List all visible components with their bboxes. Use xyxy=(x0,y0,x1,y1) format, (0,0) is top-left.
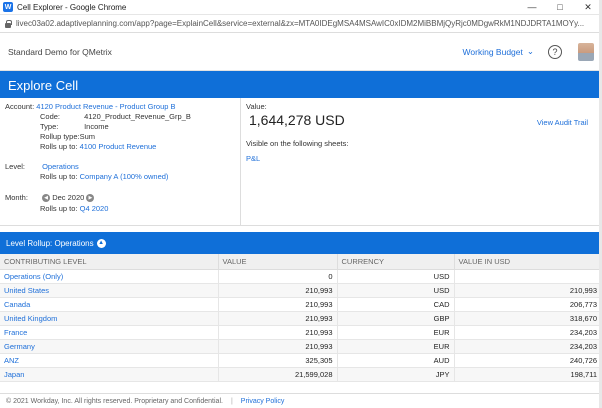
version-selector[interactable]: Working Budget ⌄ xyxy=(463,46,534,57)
table-row: Canada 210,993 CAD 206,773 xyxy=(0,297,602,312)
value-usd-cell: 210,993 xyxy=(454,283,602,298)
code-label: Code: xyxy=(40,112,61,121)
value-usd-cell: 240,726 xyxy=(454,353,602,368)
level-rollup-bar: Level Rollup: Operations ▲ xyxy=(0,232,602,254)
level-rollsup-label: Rolls up to: xyxy=(40,172,78,181)
currency-cell: AUD xyxy=(337,353,455,368)
chevron-down-icon: ⌄ xyxy=(526,46,534,56)
month-rollsup-link[interactable]: Q4 2020 xyxy=(80,204,109,213)
window-title: Cell Explorer - Google Chrome xyxy=(17,2,127,12)
value-usd-cell xyxy=(454,269,602,284)
level-cell[interactable]: France xyxy=(0,325,219,340)
level-cell[interactable]: Germany xyxy=(0,339,219,354)
value-cell: 325,305 xyxy=(218,353,338,368)
level-cell[interactable]: Operations (Only) xyxy=(0,269,219,284)
currency-cell: EUR xyxy=(337,339,455,354)
level-rollsup-link[interactable]: Company A (100% owned) xyxy=(80,172,169,181)
rollup-type-label: Rollup type: xyxy=(40,132,80,141)
month-value: Dec 2020 xyxy=(52,193,85,202)
value-usd-cell: 206,773 xyxy=(454,297,602,312)
maximize-icon[interactable]: □ xyxy=(546,0,574,15)
page-title: Explore Cell xyxy=(0,71,602,98)
table-row: ANZ 325,305 AUD 240,726 xyxy=(0,353,602,368)
value-usd-cell: 234,203 xyxy=(454,339,602,354)
rollup-type-value: Sum xyxy=(79,132,96,141)
value-cell: 210,993 xyxy=(218,311,338,326)
instance-name: Standard Demo for QMetrix xyxy=(8,46,112,57)
account-rollsup-link[interactable]: 4100 Product Revenue xyxy=(80,142,157,151)
level-link[interactable]: Operations xyxy=(42,162,79,171)
visible-sheets-label: Visible on the following sheets: xyxy=(246,139,349,148)
level-cell[interactable]: United Kingdom xyxy=(0,311,219,326)
value-cell: 0 xyxy=(218,269,338,284)
contributing-levels-table: CONTRIBUTING LEVEL VALUE CURRENCY VALUE … xyxy=(0,254,602,382)
minimize-icon[interactable]: — xyxy=(518,0,546,15)
month-rollsup-label: Rolls up to: xyxy=(40,204,78,213)
level-rollup-label: Level Rollup: Operations xyxy=(6,238,94,248)
sheet-link[interactable]: P&L xyxy=(246,154,260,163)
column-header-level[interactable]: CONTRIBUTING LEVEL xyxy=(0,254,219,270)
table-row: Japan 21,599,028 JPY 198,711 xyxy=(0,367,602,382)
account-link[interactable]: 4120 Product Revenue - Product Group B xyxy=(36,102,175,111)
column-header-currency[interactable]: CURRENCY xyxy=(337,254,455,270)
column-header-value[interactable]: VALUE xyxy=(218,254,338,270)
value-cell: 210,993 xyxy=(218,283,338,298)
cell-info-panel: Account: 4120 Product Revenue - Product … xyxy=(0,98,602,226)
avatar[interactable] xyxy=(578,42,594,61)
cell-value-panel: Value: 1,644,278 USD View Audit Trail Vi… xyxy=(246,98,602,226)
currency-cell: JPY xyxy=(337,367,455,382)
account-rollsup-label: Rolls up to: xyxy=(40,142,78,151)
value-cell: 210,993 xyxy=(218,325,338,340)
next-month-icon[interactable]: ▶ xyxy=(86,194,95,203)
level-label: Level: xyxy=(5,162,26,171)
level-cell[interactable]: Japan xyxy=(0,367,219,382)
privacy-policy-link[interactable]: Privacy Policy xyxy=(241,398,285,405)
table-row: United Kingdom 210,993 GBP 318,670 xyxy=(0,311,602,326)
level-cell[interactable]: ANZ xyxy=(0,353,219,368)
account-label: Account: xyxy=(5,102,35,111)
table-row: United States 210,993 USD 210,993 xyxy=(0,283,602,298)
app-header: Standard Demo for QMetrix Working Budget… xyxy=(0,33,602,71)
value-usd-cell: 198,711 xyxy=(454,367,602,382)
workday-app-icon: W xyxy=(3,2,13,12)
currency-cell: USD xyxy=(337,269,455,284)
month-label: Month: xyxy=(5,193,28,202)
copyright-text: © 2021 Workday, Inc. All rights reserved… xyxy=(6,397,223,405)
currency-cell: CAD xyxy=(337,297,455,312)
currency-cell: EUR xyxy=(337,325,455,340)
cell-value: 1,644,278 USD xyxy=(249,112,345,128)
lock-icon xyxy=(4,19,12,28)
value-usd-cell: 318,670 xyxy=(454,311,602,326)
address-bar[interactable]: livec03a02.adaptiveplanning.com/app?page… xyxy=(0,15,602,33)
currency-cell: GBP xyxy=(337,311,455,326)
value-cell: 21,599,028 xyxy=(218,367,338,382)
table-row: Germany 210,993 EUR 234,203 xyxy=(0,339,602,354)
table-row: France 210,993 EUR 234,203 xyxy=(0,325,602,340)
type-value: Income xyxy=(84,122,109,131)
currency-cell: USD xyxy=(337,283,455,298)
collapse-up-icon[interactable]: ▲ xyxy=(96,238,106,248)
browser-titlebar: W Cell Explorer - Google Chrome — □ ✕ xyxy=(0,0,602,15)
help-icon[interactable]: ? xyxy=(548,44,562,59)
value-cell: 210,993 xyxy=(218,339,338,354)
table-row: Operations (Only) 0 USD xyxy=(0,269,602,284)
page-footer: © 2021 Workday, Inc. All rights reserved… xyxy=(0,393,602,408)
previous-month-icon[interactable]: ◀ xyxy=(42,194,51,203)
type-label: Type: xyxy=(40,122,59,131)
level-cell[interactable]: United States xyxy=(0,283,219,298)
column-header-value-usd[interactable]: VALUE IN USD xyxy=(454,254,602,270)
value-label: Value: xyxy=(246,102,267,111)
footer-divider: | xyxy=(230,397,233,405)
view-audit-trail-link[interactable]: View Audit Trail xyxy=(537,118,588,127)
close-icon[interactable]: ✕ xyxy=(574,0,602,15)
value-usd-cell: 234,203 xyxy=(454,325,602,340)
table-header-row: CONTRIBUTING LEVEL VALUE CURRENCY VALUE … xyxy=(0,254,602,270)
level-cell[interactable]: Canada xyxy=(0,297,219,312)
cell-dimensions: Account: 4120 Product Revenue - Product … xyxy=(0,98,241,226)
version-label: Working Budget xyxy=(462,46,523,57)
value-cell: 210,993 xyxy=(218,297,338,312)
url-text[interactable]: livec03a02.adaptiveplanning.com/app?page… xyxy=(16,19,584,28)
code-value: 4120_Product_Revenue_Grp_B xyxy=(84,112,191,121)
